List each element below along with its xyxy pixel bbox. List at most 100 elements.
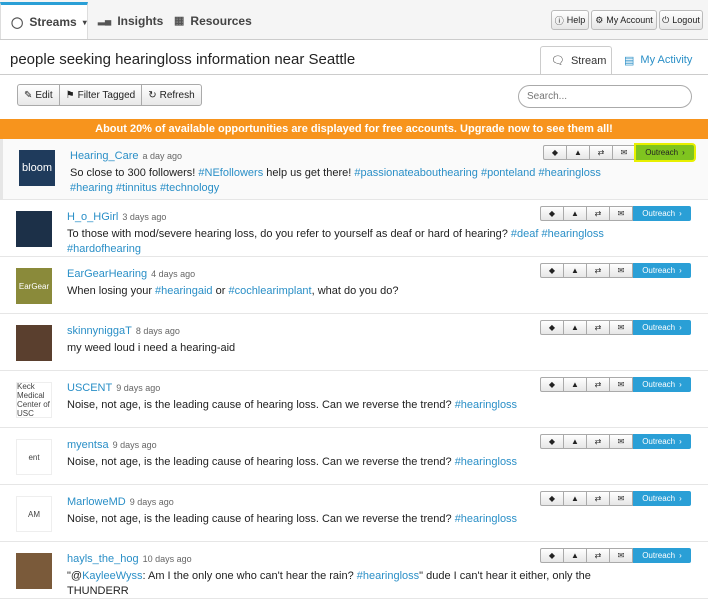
hashtag-link[interactable]: #ponteland (481, 167, 535, 179)
outreach-button[interactable]: Outreach › (636, 145, 694, 160)
retweet-button[interactable]: ⇄ (586, 377, 610, 392)
avatar[interactable] (16, 325, 52, 361)
post-feed: bloom Hearing_Care a day ago So close to 30… (0, 139, 708, 599)
chevron-right-icon: › (679, 209, 682, 218)
message-button[interactable]: ✉ (609, 320, 633, 335)
tag-button[interactable]: ◆ (540, 548, 564, 563)
outreach-button[interactable]: Outreach › (633, 491, 691, 506)
retweet-button[interactable]: ⇄ (586, 434, 610, 449)
hashtag-link[interactable]: #hearingloss (455, 456, 517, 468)
message-button[interactable]: ✉ (609, 548, 633, 563)
retweet-button[interactable]: ⇄ (586, 491, 610, 506)
avatar[interactable] (16, 211, 52, 247)
refresh-button[interactable]: ↻ Refresh (142, 85, 200, 105)
avatar[interactable]: bloom (19, 150, 55, 186)
username-link[interactable]: USCENT (67, 382, 112, 394)
tag-button[interactable]: ◆ (540, 377, 564, 392)
message-button[interactable]: ✉ (609, 377, 633, 392)
tab-insights[interactable]: ▂▄ Insights (88, 2, 164, 39)
timestamp: 4 days ago (151, 269, 196, 279)
hashtag-link[interactable]: #hearingloss (357, 570, 419, 582)
edit-button[interactable]: ✎ Edit (18, 85, 60, 105)
logout-button[interactable]: ⏻ Logout (659, 10, 703, 30)
avatar[interactable]: ent (16, 439, 52, 475)
message-button[interactable]: ✉ (612, 145, 636, 160)
avatar[interactable]: Keck Medical Center of USC (16, 382, 52, 418)
hashtag-link[interactable]: #technology (160, 182, 219, 194)
message-button[interactable]: ✉ (609, 491, 633, 506)
message-button[interactable]: ✉ (609, 434, 633, 449)
tag-button[interactable]: ◆ (540, 320, 564, 335)
username-link[interactable]: MarloweMD (67, 496, 126, 508)
hashtag-link[interactable]: #deaf (511, 228, 539, 240)
post-actions: ◆ ▲ ⇄ ✉ Outreach › (540, 377, 691, 392)
hashtag-link[interactable]: #hardofhearing (67, 243, 141, 255)
follow-user-button[interactable]: ▲ (563, 548, 587, 563)
avatar[interactable]: AM (16, 496, 52, 532)
follow-user-button[interactable]: ▲ (566, 145, 590, 160)
tag-button[interactable]: ◆ (543, 145, 567, 160)
text-segment: Noise, not age, is the leading cause of … (67, 513, 455, 525)
retweet-button[interactable]: ⇄ (586, 548, 610, 563)
tag-button[interactable]: ◆ (540, 206, 564, 221)
post-header: USCENT 9 days ago (67, 382, 160, 394)
follow-user-button[interactable]: ▲ (563, 377, 587, 392)
outreach-button[interactable]: Outreach › (633, 548, 691, 563)
filter-tagged-label: Filter Tagged (77, 89, 136, 101)
hashtag-link[interactable]: #hearingloss (455, 399, 517, 411)
follow-user-button[interactable]: ▲ (563, 320, 587, 335)
hashtag-link[interactable]: #passionateabouthearing (354, 167, 478, 179)
chevron-down-icon: ▾ (82, 17, 87, 27)
follow-user-button[interactable]: ▲ (563, 434, 587, 449)
username-link[interactable]: skinnyniggaT (67, 325, 132, 337)
follow-user-button[interactable]: ▲ (563, 263, 587, 278)
tab-stream[interactable]: 🗨 Stream (540, 46, 612, 74)
hashtag-link[interactable]: #hearingloss (542, 228, 604, 240)
follow-user-button[interactable]: ▲ (563, 206, 587, 221)
help-button[interactable]: ⓘ Help (551, 10, 589, 30)
message-button[interactable]: ✉ (609, 263, 633, 278)
retweet-button[interactable]: ⇄ (586, 206, 610, 221)
hashtag-link[interactable]: #tinnitus (116, 182, 157, 194)
tab-streams[interactable]: ◯ Streams ▾ (0, 2, 88, 39)
tag-button[interactable]: ◆ (540, 263, 564, 278)
retweet-button[interactable]: ⇄ (586, 263, 610, 278)
retweet-button[interactable]: ⇄ (586, 320, 610, 335)
chevron-right-icon: › (679, 551, 682, 560)
hashtag-link[interactable]: KayleeWyss (82, 570, 142, 582)
username-link[interactable]: myentsa (67, 439, 109, 451)
hashtag-link[interactable]: #hearingaid (155, 285, 213, 297)
outreach-button[interactable]: Outreach › (633, 434, 691, 449)
my-account-button[interactable]: ⚙ My Account (591, 10, 657, 30)
username-link[interactable]: EarGearHearing (67, 268, 147, 280)
username-link[interactable]: H_o_HGirl (67, 211, 118, 223)
outreach-button[interactable]: Outreach › (633, 377, 691, 392)
username-link[interactable]: hayls_the_hog (67, 553, 139, 565)
tab-resources[interactable]: ▦ Resources (164, 2, 254, 39)
search-input[interactable] (518, 85, 692, 108)
outreach-button[interactable]: Outreach › (633, 206, 691, 221)
tab-my-activity[interactable]: ▤ My Activity (614, 46, 704, 74)
user-icon: ▲ (571, 209, 579, 218)
tag-button[interactable]: ◆ (540, 491, 564, 506)
tab-streams-label: Streams (29, 15, 77, 29)
hashtag-link[interactable]: #hearingloss (538, 167, 600, 179)
avatar[interactable] (16, 553, 52, 589)
post-header: skinnyniggaT 8 days ago (67, 325, 180, 337)
hashtag-link[interactable]: #hearingloss (455, 513, 517, 525)
filter-tagged-button[interactable]: ⚑ Filter Tagged (60, 85, 143, 105)
hashtag-link[interactable]: #hearing (70, 182, 113, 194)
follow-user-button[interactable]: ▲ (563, 491, 587, 506)
hashtag-link[interactable]: #cochlearimplant (228, 285, 311, 297)
message-button[interactable]: ✉ (609, 206, 633, 221)
username-link[interactable]: Hearing_Care (70, 150, 138, 162)
tag-button[interactable]: ◆ (540, 434, 564, 449)
outreach-button[interactable]: Outreach › (633, 320, 691, 335)
avatar[interactable]: EarGear (16, 268, 52, 304)
outreach-button[interactable]: Outreach › (633, 263, 691, 278)
hashtag-link[interactable]: #NEfollowers (198, 167, 263, 179)
retweet-button[interactable]: ⇄ (589, 145, 613, 160)
tab-insights-label: Insights (117, 13, 164, 28)
post-actions: ◆ ▲ ⇄ ✉ Outreach › (540, 263, 691, 278)
upgrade-banner[interactable]: About 20% of available opportunities are… (0, 119, 708, 139)
